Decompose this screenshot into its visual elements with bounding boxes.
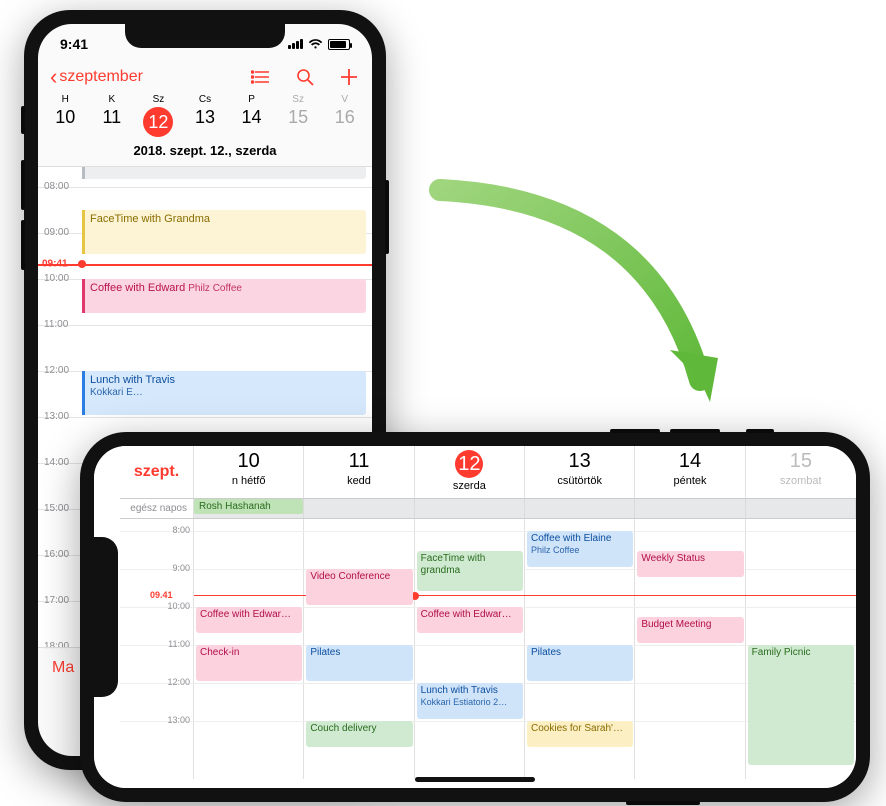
- rotate-arrow-icon: [400, 170, 740, 450]
- all-day-event[interactable]: Rosh Hashanah: [194, 499, 303, 514]
- phone-landscape-frame: szept. 10 n hétfő 11 kedd 12 szerda 13 c…: [80, 432, 870, 802]
- calendar-event[interactable]: Lunch with TravisKokkari Estiatorio 2…: [417, 683, 523, 719]
- back-label: szeptember: [59, 68, 143, 86]
- all-day-row: egész napos Rosh Hashanah: [120, 499, 856, 519]
- back-button[interactable]: ‹ szeptember: [50, 66, 143, 88]
- all-day-label: egész napos: [120, 499, 194, 518]
- cellular-icon: [288, 39, 303, 49]
- hour-line: 08:00: [38, 187, 372, 188]
- week-day-cell[interactable]: 13 csütörtök: [525, 446, 635, 498]
- weekday-letter: K: [89, 94, 136, 105]
- calendar-event[interactable]: Pilates: [306, 645, 412, 681]
- list-view-icon[interactable]: [250, 68, 272, 86]
- calendar-event[interactable]: FaceTime with Grandma: [82, 210, 366, 254]
- calendar-event[interactable]: Coffee with Edwar…: [196, 607, 302, 633]
- home-indicator[interactable]: [415, 777, 535, 782]
- event-subtitle: Kokkari E…: [90, 387, 143, 398]
- event-subtitle: Philz Coffee: [188, 283, 242, 294]
- calendar-event[interactable]: [82, 167, 366, 179]
- day-cell[interactable]: 15: [275, 107, 322, 137]
- now-indicator-label: 09:41: [42, 259, 68, 270]
- all-day-cell[interactable]: [746, 499, 856, 518]
- week-header: szept. 10 n hétfő 11 kedd 12 szerda 13 c…: [120, 446, 856, 499]
- day-cell[interactable]: 12: [135, 107, 182, 137]
- day-cell[interactable]: 14: [228, 107, 275, 137]
- notch: [94, 537, 118, 697]
- battery-icon: [328, 39, 350, 50]
- calendar-event[interactable]: Check-in: [196, 645, 302, 681]
- calendar-event[interactable]: Pilates: [527, 645, 633, 681]
- week-view: szept. 10 n hétfő 11 kedd 12 szerda 13 c…: [94, 446, 856, 788]
- day-cell[interactable]: 11: [89, 107, 136, 137]
- calendar-event[interactable]: Weekly Status: [637, 551, 743, 577]
- weekday-letter: H: [42, 94, 89, 105]
- status-time: 9:41: [60, 36, 88, 52]
- now-indicator-line: [38, 264, 372, 266]
- weekday-letter: Cs: [182, 94, 229, 105]
- month-label[interactable]: szept.: [120, 446, 194, 498]
- all-day-cell[interactable]: [304, 499, 414, 518]
- now-indicator-dot: [78, 260, 86, 268]
- calendar-event[interactable]: Coffee with Edwar…: [417, 607, 523, 633]
- calendar-event[interactable]: Budget Meeting: [637, 617, 743, 643]
- weekday-letter: P: [228, 94, 275, 105]
- weekday-letter: V: [321, 94, 368, 105]
- wifi-icon: [308, 38, 323, 50]
- today-label: Ma: [52, 659, 74, 677]
- day-cell[interactable]: 10: [42, 107, 89, 137]
- week-day-cell[interactable]: 14 péntek: [635, 446, 745, 498]
- all-day-cell[interactable]: Rosh Hashanah: [194, 499, 304, 518]
- weekday-letter: Sz: [135, 94, 182, 105]
- notch: [125, 24, 285, 48]
- all-day-cell[interactable]: [635, 499, 745, 518]
- all-day-cell[interactable]: [525, 499, 635, 518]
- calendar-event[interactable]: Coffee with ElainePhilz Coffee: [527, 531, 633, 567]
- event-title: FaceTime with Grandma: [90, 213, 210, 225]
- calendar-event[interactable]: Video Conference: [306, 569, 412, 605]
- landscape-screen: szept. 10 n hétfő 11 kedd 12 szerda 13 c…: [94, 446, 856, 788]
- nav-bar: ‹ szeptember: [38, 64, 372, 94]
- week-day-cell[interactable]: 11 kedd: [304, 446, 414, 498]
- hour-line: 13:00: [38, 417, 372, 418]
- calendar-event[interactable]: FaceTime with grandma: [417, 551, 523, 591]
- event-title: Coffee with Edward: [90, 282, 185, 294]
- calendar-event[interactable]: Coffee with Edward Philz Coffee: [82, 279, 366, 313]
- week-grid[interactable]: 8:00 9:00 10:00 11:00 12:00 13:00 09.41 …: [120, 519, 856, 779]
- hour-line: 11:00: [38, 325, 372, 326]
- calendar-event[interactable]: Cookies for Sarah'…: [527, 721, 633, 747]
- add-event-icon[interactable]: [338, 68, 360, 86]
- all-day-cell[interactable]: [415, 499, 525, 518]
- event-title: Lunch with Travis: [90, 374, 175, 386]
- search-icon[interactable]: [294, 68, 316, 86]
- calendar-event[interactable]: Lunch with Travis Kokkari E…: [82, 371, 366, 415]
- day-cell[interactable]: 13: [182, 107, 229, 137]
- calendar-event[interactable]: Couch delivery: [306, 721, 412, 747]
- weekday-numbers-row: 10 11 12 13 14 15 16: [38, 107, 372, 137]
- calendar-event[interactable]: Family Picnic: [748, 645, 854, 765]
- weekday-letter: Sz: [275, 94, 322, 105]
- status-icons: [288, 38, 350, 50]
- now-indicator-line: 09.41: [194, 595, 856, 596]
- chevron-left-icon: ‹: [50, 66, 57, 88]
- weekday-letters-row: H K Sz Cs P Sz V: [38, 94, 372, 107]
- full-date-label: 2018. szept. 12., szerda: [38, 137, 372, 167]
- week-day-cell[interactable]: 10 n hétfő: [194, 446, 304, 498]
- day-cell[interactable]: 16: [321, 107, 368, 137]
- now-indicator-label: 09.41: [150, 590, 173, 600]
- week-day-cell[interactable]: 12 szerda: [415, 446, 525, 498]
- week-day-cell[interactable]: 15 szombat: [746, 446, 856, 498]
